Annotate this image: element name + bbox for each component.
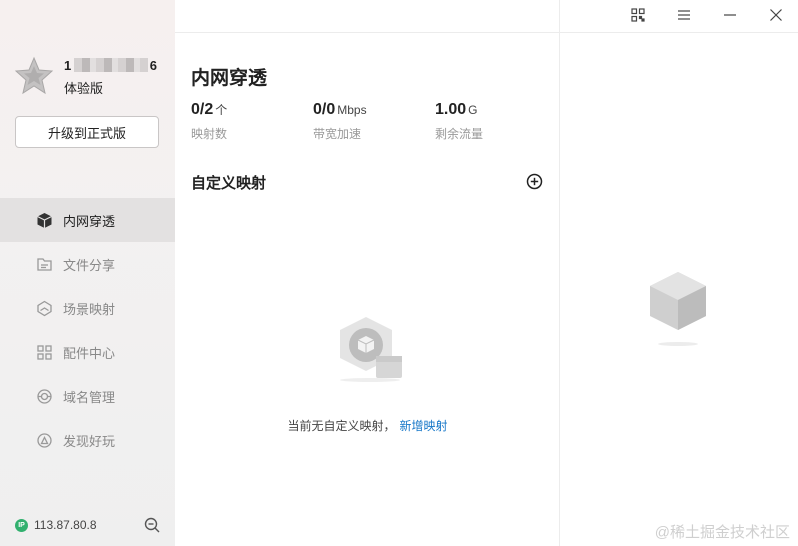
- watermark: @稀土掘金技术社区: [654, 524, 790, 541]
- stat-bandwidth: 0/0 Mbps 带宽加速: [313, 101, 367, 141]
- sidebar-item-intranet[interactable]: 内网穿透: [0, 198, 175, 242]
- zoom-search-icon[interactable]: [143, 516, 161, 534]
- file-share-icon: [35, 255, 53, 273]
- sidebar-item-label: 文件分享: [63, 257, 116, 273]
- sidebar-item-label: 域名管理: [63, 389, 116, 405]
- sidebar-item-label: 配件中心: [63, 345, 116, 361]
- empty-state-illustration: [340, 317, 402, 382]
- sidebar-item-label: 发现好玩: [63, 433, 116, 449]
- upgrade-button[interactable]: 升级到正式版: [15, 116, 159, 148]
- cube-icon: [35, 211, 53, 229]
- ip-badge-icon: IP: [15, 518, 28, 532]
- sidebar-item-label: 场景映射: [63, 301, 116, 317]
- sidebar: 16 体验版 升级到正式版 内网穿透 文件分享 场景映射 配件中心 域名管理 发…: [0, 0, 175, 546]
- scene-map-icon: [35, 299, 53, 317]
- stat-traffic: 1.00 G 剩余流量: [435, 101, 484, 141]
- avatar-star-icon: [14, 56, 54, 95]
- sidebar-item-file-share[interactable]: 文件分享: [0, 242, 175, 286]
- add-mapping-icon[interactable]: [526, 173, 543, 190]
- right-panel-cube-illustration: [650, 272, 706, 346]
- user-profile: 16 体验版: [14, 56, 164, 100]
- minimize-icon[interactable]: [721, 6, 739, 24]
- ip-status: IP 113.87.80.8: [15, 516, 165, 534]
- sidebar-nav: 内网穿透 文件分享 场景映射 配件中心 域名管理 发现好玩: [0, 198, 175, 462]
- add-mapping-link[interactable]: 新增映射: [400, 419, 448, 433]
- section-title: 自定义映射: [191, 175, 267, 192]
- user-id: 16: [64, 58, 158, 73]
- sidebar-item-domain[interactable]: 域名管理: [0, 374, 175, 418]
- empty-state-message: 当前无自定义映射， 新增映射: [287, 419, 448, 433]
- stat-mappings: 0/2 个 映射数: [191, 101, 228, 141]
- domain-icon: [35, 387, 53, 405]
- page-title: 内网穿透: [191, 68, 268, 89]
- plan-label: 体验版: [64, 81, 104, 96]
- menu-icon[interactable]: [675, 6, 693, 24]
- sidebar-item-label: 内网穿透: [63, 213, 116, 229]
- sidebar-item-discover[interactable]: 发现好玩: [0, 418, 175, 462]
- ip-address: 113.87.80.8: [34, 518, 97, 532]
- grid-icon: [35, 343, 53, 361]
- sidebar-item-accessories[interactable]: 配件中心: [0, 330, 175, 374]
- qr-code-icon[interactable]: [629, 6, 647, 24]
- sidebar-item-scene-map[interactable]: 场景映射: [0, 286, 175, 330]
- main-panel: 内网穿透 0/2 个 映射数 0/0 Mbps 带宽加速 1.00 G 剩余流量 自定…: [175, 0, 560, 546]
- close-icon[interactable]: [767, 6, 785, 24]
- masked-user-id: [73, 58, 148, 72]
- discover-icon: [35, 431, 53, 449]
